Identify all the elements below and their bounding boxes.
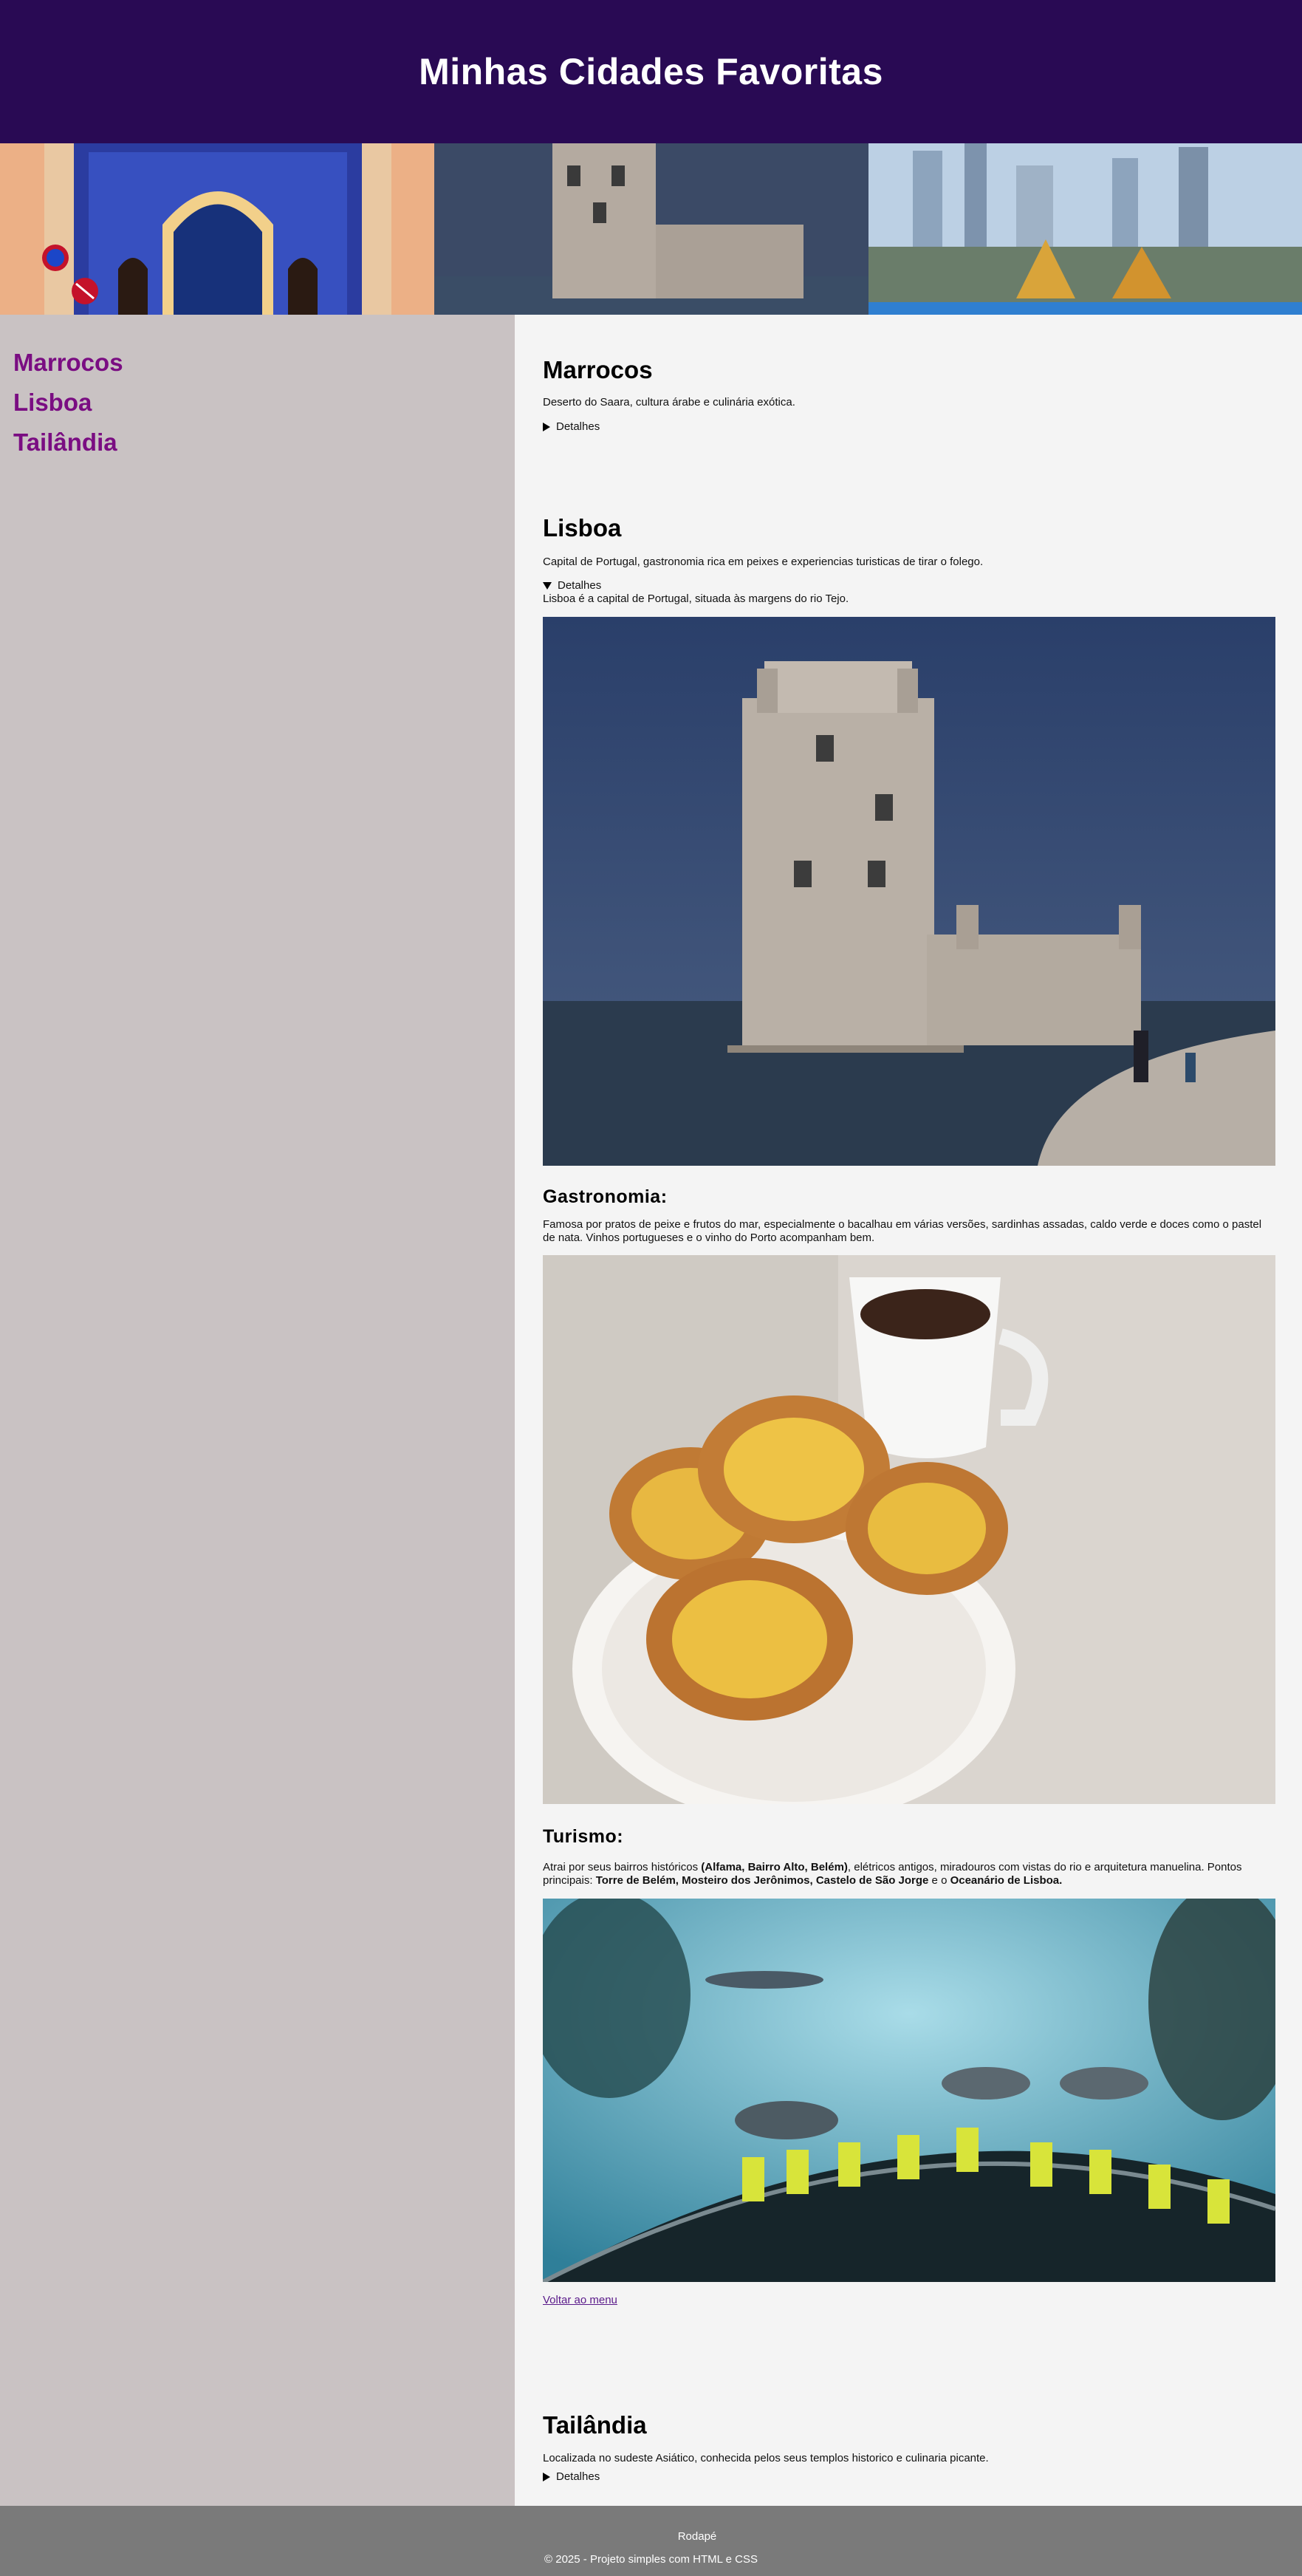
details-toggle-marrocos[interactable]: Detalhes <box>543 420 1275 433</box>
belem-tower-image <box>434 143 868 315</box>
details-text-lisboa: Lisboa é a capital de Portugal, situada … <box>543 592 849 605</box>
details-toggle-lisboa[interactable]: Detalhes <box>543 579 1275 592</box>
section-description-marrocos: Deserto do Saara, cultura árabe e culiná… <box>543 396 795 409</box>
details-label: Detalhes <box>556 420 600 433</box>
sidebar-item-marrocos[interactable]: Marrocos <box>13 343 515 383</box>
oceanario-photo <box>543 1899 1275 2282</box>
fez-blue-gate-image <box>0 143 434 315</box>
sidebar-item-lisboa[interactable]: Lisboa <box>13 383 515 423</box>
back-to-menu-link[interactable]: Voltar ao menu <box>543 2294 1275 2306</box>
turismo-text: Atrai por seus bairros históricos (Alfam… <box>543 1861 1275 1887</box>
pastel-de-nata-photo <box>543 1255 1275 1804</box>
site-header: Minhas Cidades Favoritas <box>0 0 1302 143</box>
gastronomia-text: Famosa por pratos de peixe e frutos do m… <box>543 1218 1262 1244</box>
footer-label: Rodapé <box>677 2530 717 2543</box>
turismo-neighborhoods: (Alfama, Bairro Alto, Belém) <box>701 1861 848 1873</box>
section-title-lisboa: Lisboa <box>543 514 622 541</box>
triangle-down-icon <box>543 581 552 590</box>
bangkok-skyline-image <box>868 143 1302 315</box>
triangle-right-icon <box>543 2472 550 2481</box>
section-title-marrocos: Marrocos <box>543 356 653 383</box>
sidebar-menu: Marrocos Lisboa Tailândia <box>0 315 515 462</box>
turismo-text-part: e o <box>928 1874 950 1887</box>
main-content: Marrocos Deserto do Saara, cultura árabe… <box>515 315 1302 2506</box>
turismo-oceanario: Oceanário de Lisboa. <box>950 1874 1063 1887</box>
belem-tower-photo <box>543 617 1275 1166</box>
footer: Rodapé © 2025 - Projeto simples com HTML… <box>0 2506 1302 2576</box>
gastronomia-title: Gastronomia: <box>543 1186 668 1207</box>
turismo-landmarks: Torre de Belém, Mosteiro dos Jerônimos, … <box>595 1874 929 1887</box>
details-label: Detalhes <box>556 2470 600 2483</box>
page-title: Minhas Cidades Favoritas <box>419 51 883 92</box>
banner <box>0 143 1302 315</box>
triangle-right-icon <box>543 422 550 431</box>
sidebar: Marrocos Lisboa Tailândia <box>0 315 515 2506</box>
details-label: Detalhes <box>558 579 602 592</box>
section-title-tailandia: Tailândia <box>543 2411 647 2439</box>
section-description-lisboa: Capital de Portugal, gastronomia rica em… <box>543 556 984 568</box>
details-toggle-tailandia[interactable]: Detalhes <box>543 2470 1275 2483</box>
turismo-text-part: Atrai por seus bairros históricos <box>543 1861 702 1873</box>
turismo-title: Turismo: <box>543 1826 624 1847</box>
footer-copyright: © 2025 - Projeto simples com HTML e CSS <box>544 2553 758 2566</box>
section-description-tailandia: Localizada no sudeste Asiático, conhecid… <box>543 2452 989 2464</box>
sidebar-item-tailandia[interactable]: Tailândia <box>13 423 515 462</box>
